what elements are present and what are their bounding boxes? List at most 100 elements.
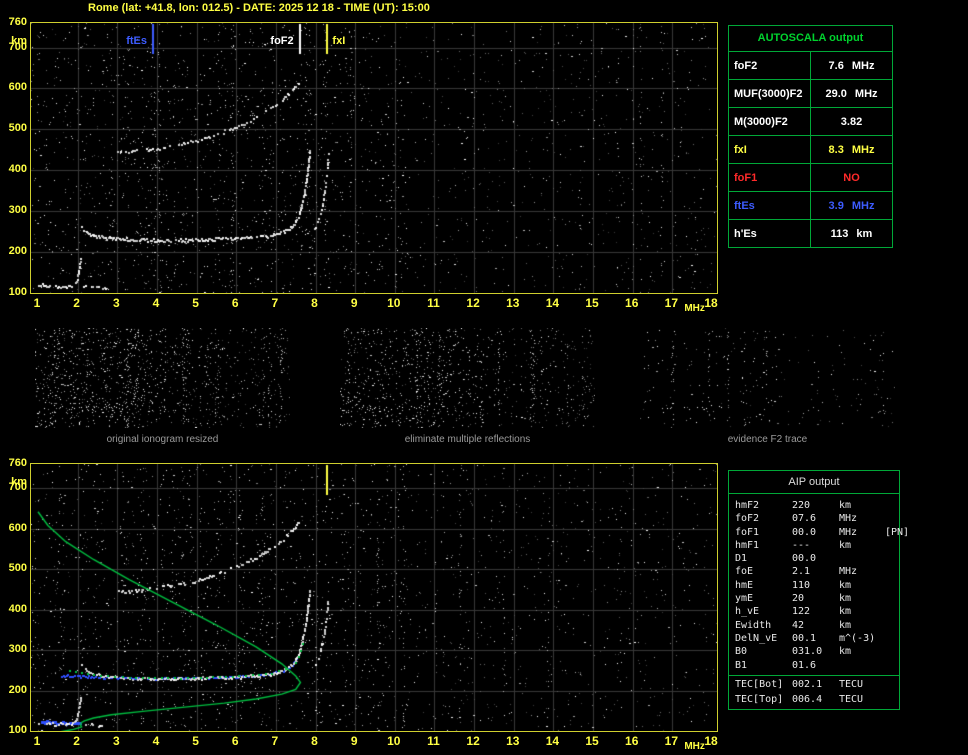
autoscala-row-fxI: fxI 8.3 MHz	[729, 136, 892, 164]
autoscala-row-value: NO	[843, 171, 860, 184]
x-tick-label: 9	[350, 734, 358, 748]
aip-row-label: B1	[735, 659, 748, 671]
aip-row-unit: km	[839, 500, 852, 511]
aip-row-extra	[885, 678, 899, 693]
y-tick-label: 700	[8, 481, 27, 494]
autoscala-table-rows: foF2 7.6 MHz MUF(3000)F2 29.0 MHz M(3000)F2 3.8…	[729, 52, 892, 247]
aip-row-unit: km	[839, 593, 852, 605]
x-tick-label: 18	[704, 296, 718, 310]
y-tick-label: 700	[8, 40, 27, 53]
page-title: Rome (lat: +41.8, lon: 012.5) - DATE: 20…	[88, 2, 430, 14]
aip-row-TEC-Bot-: TEC[Bot] 002.1 TECU	[729, 674, 899, 693]
aip-table-title: AIP output	[729, 471, 899, 494]
ionogram-plot-bottom	[30, 463, 718, 732]
autoscala-row-foF2: foF2 7.6 MHz	[729, 52, 892, 80]
aip-output-table: AIP output hmF2 220 km foF2 07.6 MHz foF1 00.0 M…	[728, 470, 909, 711]
aip-row-unit: km	[839, 539, 852, 551]
aip-row-hmF2: hmF2 220 km	[729, 499, 899, 512]
aip-row-label: hmF1	[735, 539, 760, 551]
x-tick-label: 17	[664, 734, 679, 748]
aip-row-DelN-vE: DelN_vE 00.1 m^(-3)	[729, 632, 899, 645]
x-tick-label: 1	[33, 734, 41, 748]
aip-row-extra	[885, 659, 899, 672]
x-tick-label: 15	[585, 734, 599, 748]
aip-row-extra	[885, 693, 899, 706]
x-tick-label: 12	[466, 734, 480, 748]
x-tick-label: 4	[152, 296, 160, 310]
aip-row-value: 01.6	[792, 659, 817, 671]
x-axis-unit-label: MHz	[684, 303, 705, 314]
aip-row-extra	[885, 565, 899, 578]
y-tick-label: 400	[8, 163, 27, 176]
autoscala-output-table: AUTOSCALA output foF2 7.6 MHz MUF(3000)F2 29…	[728, 25, 893, 248]
x-tick-label: 1	[33, 296, 41, 310]
x-tick-label: 12	[466, 296, 480, 310]
autoscala-row-label: h'Es	[729, 220, 811, 247]
aip-row-label: foF1	[735, 526, 760, 538]
y-tick-label: 300	[8, 643, 27, 656]
aip-row-value: 110	[792, 579, 811, 591]
autoscala-row-label: foF2	[729, 52, 811, 79]
x-tick-label: 14	[545, 296, 560, 310]
ionogram-canvas-top	[31, 23, 717, 293]
y-tick-label: 400	[8, 602, 27, 615]
y-tick-label: 600	[8, 521, 27, 534]
autoscala-row-ftEs: ftEs 3.9 MHz	[729, 192, 892, 220]
aip-row-label: Ewidth	[735, 619, 772, 631]
aip-row-label: ymE	[735, 593, 754, 605]
ionogram-plot-top	[30, 22, 718, 294]
aip-row-TEC-Top-: TEC[Top] 006.4 TECU	[729, 693, 899, 706]
aip-row-value: 220	[792, 500, 811, 511]
aip-row-value: 00.0	[792, 553, 817, 565]
autoscala-row-value: 29.0 MHz	[825, 87, 878, 100]
aip-row-extra: [PN]	[885, 526, 910, 538]
aip-row-unit: m^(-3)	[839, 632, 876, 644]
aip-row-extra	[885, 632, 899, 645]
x-tick-label: 5	[192, 296, 199, 310]
aip-row-value: 002.1	[792, 678, 823, 690]
aip-row-label: D1	[735, 553, 748, 565]
aip-row-unit: TECU	[839, 678, 864, 690]
y-tick-label: 300	[8, 204, 27, 217]
autoscala-row-label: foF1	[729, 164, 811, 191]
aip-row-label: foE	[735, 566, 754, 578]
aip-row-unit: km	[839, 619, 852, 631]
thumbnail-original-ionogram	[35, 328, 290, 428]
y-tick-label: 500	[8, 562, 27, 575]
aip-row-unit: MHz	[839, 566, 858, 578]
x-tick-label: 11	[427, 734, 440, 748]
aip-row-unit: km	[839, 579, 852, 591]
aip-row-Ewidth: Ewidth 42 km	[729, 619, 899, 632]
x-tick-label: 3	[112, 734, 120, 748]
thumbnail-canvas-f2-evidence	[640, 328, 895, 428]
autoscala-row-value: 7.6 MHz	[828, 59, 875, 72]
aip-row-value: 42	[792, 619, 805, 631]
y-tick-label: 760	[8, 457, 27, 469]
y-axis-unit-label: km	[11, 35, 27, 47]
y-tick-label: 500	[8, 122, 27, 135]
aip-row-extra	[885, 619, 899, 632]
x-tick-label: 5	[192, 734, 199, 748]
aip-row-B1: B1 01.6	[729, 659, 899, 672]
x-tick-label: 18	[704, 734, 718, 748]
aip-row-extra	[885, 552, 899, 565]
autoscala-row-value: 3.9 MHz	[828, 199, 875, 212]
autoscala-row-label: M(3000)F2	[729, 108, 811, 135]
aip-row-extra	[885, 579, 899, 592]
aip-row-extra	[885, 645, 899, 658]
autoscala-row-label: MUF(3000)F2	[729, 80, 811, 107]
x-tick-label: 15	[585, 296, 599, 310]
x-tick-label: 7	[271, 734, 279, 748]
aip-row-unit	[839, 659, 885, 672]
autoscala-row-M-3000-F2: M(3000)F2 3.82	[729, 108, 892, 136]
aip-row-extra	[885, 605, 899, 618]
aip-row-label: B0	[735, 646, 748, 658]
aip-row-foF2: foF2 07.6 MHz	[729, 512, 899, 525]
y-tick-label: 100	[8, 724, 27, 736]
aip-row-value: 00.1	[792, 632, 817, 644]
thumbnail-caption-no-multiples: eliminate multiple reflections	[404, 434, 531, 445]
y-axis-unit-label: km	[11, 476, 27, 488]
x-tick-label: 14	[545, 734, 560, 748]
thumbnail-canvas-no-multiples	[340, 328, 595, 428]
aip-row-value: 2.1	[792, 566, 811, 578]
